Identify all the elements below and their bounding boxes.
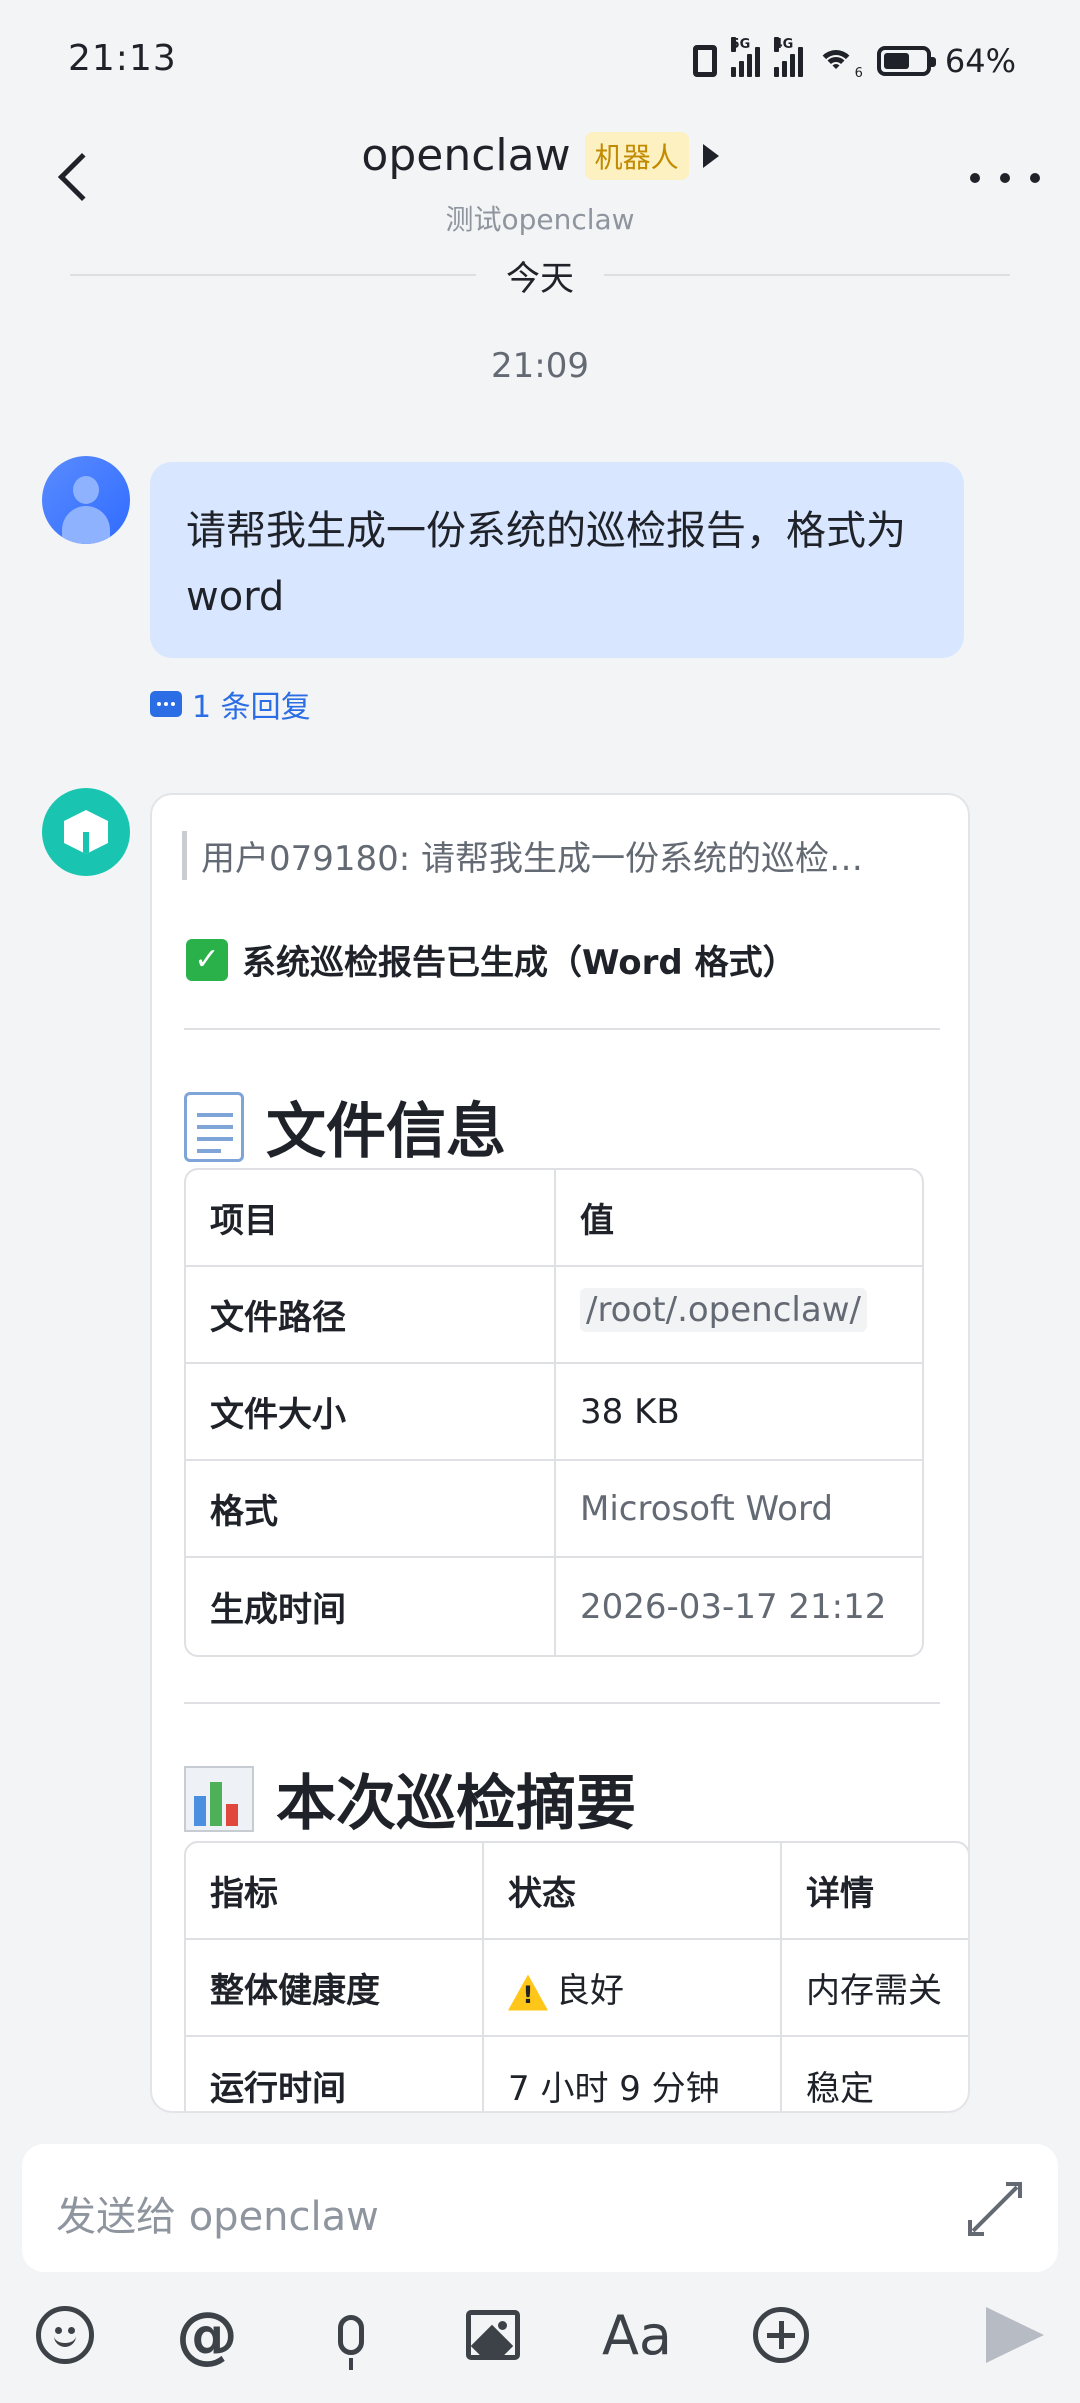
composer-toolbar: @ Aa (0, 2300, 1080, 2390)
signal-4g-icon: 4G (773, 37, 803, 77)
table-cell: 内存需关 (782, 1940, 968, 2037)
summary-table[interactable]: 指标 状态 详情 整体健康度 ! 良好 内存需关 运行时间 7 小时 9 分钟 稳… (184, 1841, 968, 2111)
table-cell: 整体健康度 (186, 1940, 484, 2037)
report-done-text: 系统巡检报告已生成（Word 格式） (242, 943, 797, 983)
message-timestamp: 21:09 (491, 346, 589, 386)
table-cell: 生成时间 (186, 1558, 556, 1655)
quoted-message[interactable]: 用户079180: 请帮我生成一份系统的巡检… (182, 831, 942, 880)
table-header-row: 项目 值 (186, 1170, 922, 1267)
more-dot-icon (1030, 173, 1040, 183)
table-header-cell: 项目 (186, 1170, 556, 1267)
table-cell: 2026-03-17 21:12 (580, 1586, 887, 1627)
table-cell: ! 良好 (484, 1940, 782, 2037)
table-row: 格式 Microsoft Word (186, 1461, 922, 1558)
wifi-icon (816, 46, 855, 76)
voice-button[interactable] (316, 2300, 386, 2370)
table-row: 生成时间 2026-03-17 21:12 (186, 1558, 922, 1655)
network-label-4g: 4G (773, 37, 794, 52)
summary-title: 本次巡检摘要 (276, 1769, 636, 1839)
table-header-cell: 指标 (186, 1843, 484, 1940)
summary-heading: 本次巡检摘要 (184, 1755, 636, 1842)
file-info-heading: 文件信息 (184, 1083, 506, 1170)
reply-thread-link[interactable]: 1 条回复 (150, 682, 311, 726)
table-cell: 运行时间 (186, 2037, 484, 2111)
file-info-table: 项目 值 文件路径 /root/.openclaw/ 文件大小 38 KB 格式… (184, 1168, 924, 1657)
bot-badge: 机器人 (584, 131, 689, 180)
emoji-icon (36, 2306, 94, 2364)
signal-5g-icon: 5G (730, 37, 760, 77)
vibrate-icon (692, 45, 717, 77)
table-cell: 格式 (186, 1461, 556, 1558)
user-message-bubble[interactable]: 请帮我生成一份系统的巡检报告，格式为word (150, 462, 964, 658)
table-header-cell: 值 (556, 1170, 922, 1267)
bar-chart-icon (184, 1765, 254, 1832)
status-text: 良好 (556, 1971, 624, 2011)
table-cell: /root/.openclaw/ (556, 1267, 922, 1364)
status-icons: 5G 4G 6 64% (692, 36, 1016, 86)
wifi-badge: 6 (854, 65, 863, 81)
table-cell: 文件路径 (186, 1267, 556, 1364)
chat-header: openclaw 机器人 测试openclaw (0, 120, 1080, 250)
format-button[interactable]: Aa (602, 2300, 672, 2370)
warning-icon: ! (508, 1974, 548, 2011)
date-label: 今天 (506, 258, 574, 299)
table-row: 整体健康度 ! 良好 内存需关 (186, 1940, 968, 2037)
network-label-5g: 5G (730, 37, 751, 52)
table-row: 运行时间 7 小时 9 分钟 稳定 (186, 2037, 968, 2111)
send-icon (986, 2307, 1044, 2363)
date-divider: 今天 (70, 250, 1010, 300)
image-icon (466, 2310, 520, 2360)
divider-line (604, 274, 1010, 276)
report-done-line: ✓ 系统巡检报告已生成（Word 格式） (186, 935, 797, 984)
status-bar: 21:13 5G 4G 6 64% (0, 0, 1080, 120)
send-button[interactable] (980, 2300, 1050, 2370)
emoji-button[interactable] (30, 2300, 100, 2370)
input-placeholder: 发送给 openclaw (56, 2194, 379, 2240)
table-cell: 稳定 (806, 2069, 874, 2109)
table-header-cell: 状态 (484, 1843, 782, 1940)
chat-title-row[interactable]: openclaw 机器人 (0, 130, 1080, 181)
divider (184, 1702, 940, 1704)
file-info-title: 文件信息 (266, 1097, 506, 1167)
table-cell: 38 KB (556, 1364, 922, 1461)
battery-icon (876, 46, 936, 76)
bot-avatar[interactable] (42, 788, 130, 876)
table-cell: 7 小时 9 分钟 (484, 2037, 782, 2111)
table-header-cell: 详情 (782, 1843, 968, 1940)
document-icon (184, 1091, 244, 1162)
table-row: 文件路径 /root/.openclaw/ (186, 1267, 922, 1364)
divider (184, 1028, 940, 1030)
mention-button[interactable]: @ (172, 2300, 242, 2370)
table-row: 文件大小 38 KB (186, 1364, 922, 1461)
microphone-icon (338, 2315, 364, 2370)
more-button[interactable] (970, 158, 1040, 198)
message-composer: 发送给 openclaw @ Aa (0, 2120, 1080, 2403)
message-input[interactable]: 发送给 openclaw (22, 2144, 1058, 2272)
at-icon: @ (176, 2298, 238, 2371)
more-dot-icon (1000, 173, 1010, 183)
table-cell: Microsoft Word (556, 1461, 922, 1558)
divider-line (70, 274, 476, 276)
font-icon: Aa (601, 2303, 673, 2367)
chat-subtitle: 测试openclaw (445, 203, 635, 236)
expand-icon[interactable] (968, 2182, 1022, 2236)
check-mark-icon: ✓ (186, 938, 228, 981)
plus-circle-icon (753, 2307, 809, 2363)
file-path-code[interactable]: /root/.openclaw/ (580, 1288, 867, 1332)
table-header-row: 指标 状态 详情 (186, 1843, 968, 1940)
chat-title: openclaw (361, 130, 571, 181)
reply-count: 1 条回复 (192, 690, 311, 725)
more-dot-icon (970, 173, 980, 183)
battery-percent: 64% (944, 42, 1016, 80)
reply-icon (150, 691, 182, 717)
add-button[interactable] (746, 2300, 816, 2370)
table-cell: 文件大小 (186, 1364, 556, 1461)
status-time: 21:13 (68, 38, 177, 79)
play-icon (702, 143, 719, 168)
image-button[interactable] (458, 2300, 528, 2370)
cube-icon (64, 810, 108, 854)
bot-message-card[interactable]: 用户079180: 请帮我生成一份系统的巡检… ✓ 系统巡检报告已生成（Word… (150, 793, 970, 2113)
user-avatar[interactable] (42, 456, 130, 544)
